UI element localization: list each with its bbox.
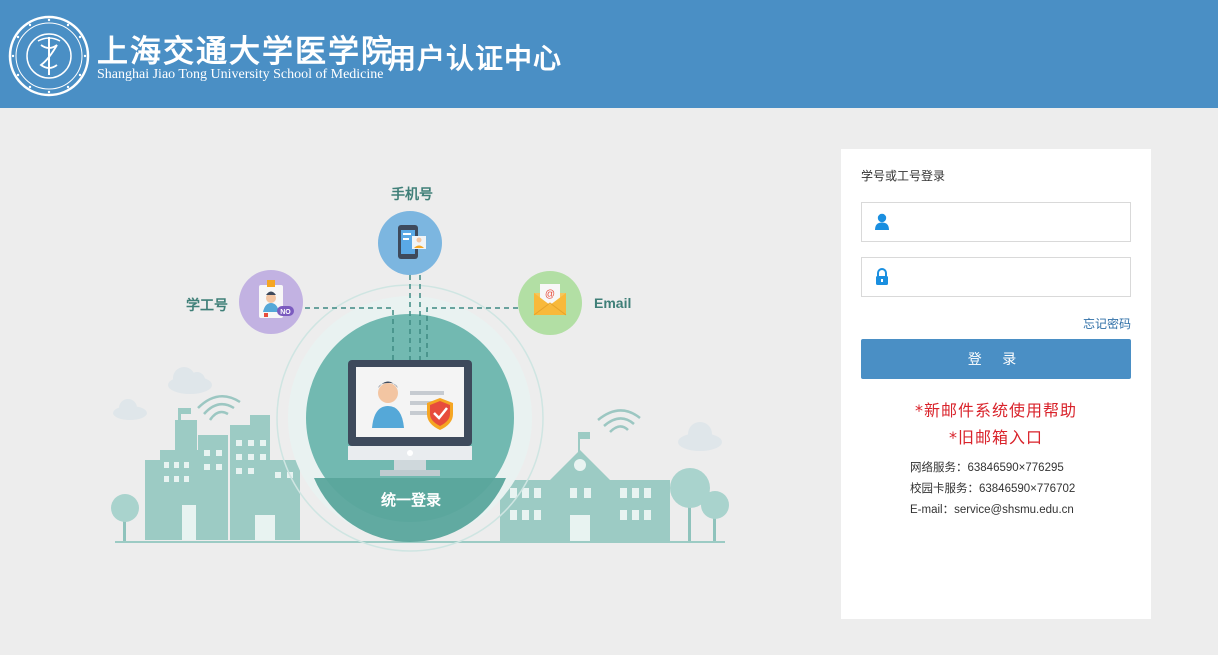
username-input[interactable] (898, 209, 1123, 235)
unified-login-illustration: NO @ 手机号 学工号 Email 统一登录 (100, 170, 750, 570)
lock-icon (876, 268, 888, 285)
badge-no-label: NO (280, 309, 291, 316)
monitor-icon (348, 360, 472, 476)
id-card-icon: NO (239, 270, 303, 334)
wifi-icon (597, 409, 641, 433)
password-field[interactable] (861, 257, 1131, 297)
tree-icon (670, 468, 729, 542)
wifi-icon (197, 395, 241, 421)
user-icon (875, 213, 889, 230)
staff-id-label: 学工号 (186, 297, 228, 313)
unified-login-label: 统一登录 (381, 492, 442, 509)
campus-card-info: 校园卡服务：63846590×776702 (910, 483, 1076, 495)
username-field[interactable] (861, 202, 1131, 242)
login-method-title: 学号或工号登录 (861, 169, 946, 183)
email-icon: @ (518, 271, 582, 335)
university-name-en: Shanghai Jiao Tong University School of … (97, 67, 384, 82)
phone-label: 手机号 (391, 186, 433, 202)
phone-icon (378, 211, 442, 275)
university-name-cn: 上海交通大学医学院 (97, 34, 394, 70)
illustration-graphic: NO @ (111, 211, 729, 552)
tree-icon (111, 494, 139, 542)
email-contact-info: E-mail：service@shsmu.edu.cn (910, 504, 1074, 516)
email-label: Email (594, 295, 632, 311)
university-seal-logo (8, 15, 90, 97)
password-input[interactable] (898, 264, 1123, 290)
login-panel: 学号或工号登录 忘记密码 登 录 *新邮件系统使用帮助 *旧邮箱入口 网络服务：… (841, 149, 1151, 619)
new-mail-help-link[interactable]: *新邮件系统使用帮助 (841, 397, 1151, 421)
header-bar: 上海交通大学医学院 Shanghai Jiao Tong University … (0, 0, 1218, 108)
login-button[interactable]: 登 录 (861, 339, 1131, 379)
system-title: 用户认证中心 (388, 42, 563, 75)
old-mailbox-link[interactable]: *旧邮箱入口 (841, 424, 1151, 448)
svg-text:@: @ (545, 289, 555, 300)
network-service-info: 网络服务：63846590×776295 (910, 462, 1064, 474)
forgot-password-link[interactable]: 忘记密码 (1083, 315, 1131, 332)
